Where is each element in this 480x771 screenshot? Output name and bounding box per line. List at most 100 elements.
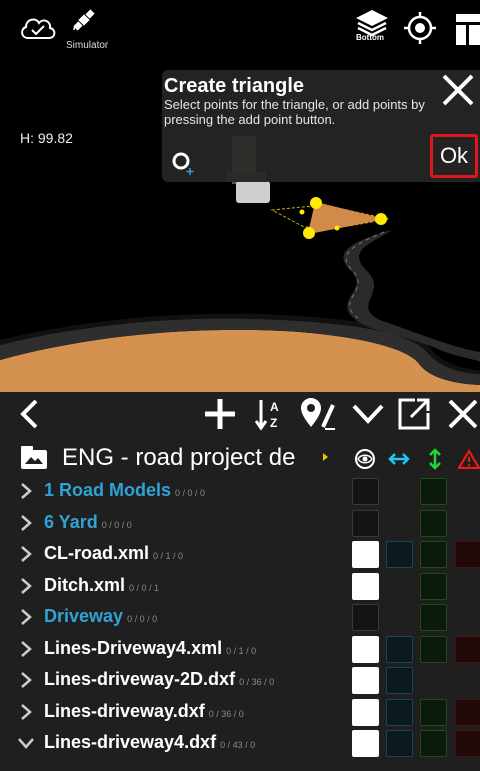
simulator-label: Simulator xyxy=(66,40,109,51)
layer-label: 6 Yard xyxy=(44,511,98,532)
chevron-down-icon[interactable] xyxy=(18,735,34,751)
layer-list: 1 Road Models 0 / 0 / 06 Yard 0 / 0 / 0 CL-… xyxy=(0,476,480,760)
visibility-checkbox[interactable] xyxy=(352,572,379,600)
warning-cell[interactable] xyxy=(455,698,480,726)
layer-label: Ditch.xml xyxy=(44,574,126,595)
height-readout: H: 99.82 xyxy=(20,130,73,146)
image-folder-icon xyxy=(20,444,48,475)
layer-counts: 0 / 1 / 0 xyxy=(226,645,257,656)
visibility-checkbox[interactable] xyxy=(352,667,379,694)
warning-cell[interactable] xyxy=(455,730,480,757)
layer-label: Lines-Driveway4.xml xyxy=(44,637,223,658)
visibility-checkbox[interactable] xyxy=(352,604,379,631)
layer-label: 1 Road Models xyxy=(44,480,172,500)
chevron-right-icon[interactable] xyxy=(18,609,32,625)
layer-name: Lines-driveway-2D.dxf 0 / 36 / 0 xyxy=(44,669,274,690)
visibility-checkbox[interactable] xyxy=(352,478,379,505)
layer-name: CL-road.xml 0 / 1 / 0 xyxy=(44,543,183,564)
layer-counts: 0 / 36 / 0 xyxy=(208,708,244,719)
horizontal-check-cell[interactable] xyxy=(386,541,413,568)
layer-badge: Bottom xyxy=(356,33,384,42)
back-icon[interactable] xyxy=(14,392,44,436)
map-pin-edit-icon[interactable] xyxy=(298,392,338,436)
panel-layout-icon[interactable] xyxy=(454,12,480,46)
horizontal-check-cell[interactable] xyxy=(386,698,413,726)
layer-name: 1 Road Models 0 / 0 / 0 xyxy=(44,480,205,501)
create-triangle-dialog: Create triangle Select points for the tr… xyxy=(162,70,480,182)
vertical-check-cell[interactable] xyxy=(420,635,447,663)
expand-window-icon[interactable] xyxy=(396,392,432,436)
list-item[interactable]: Lines-driveway.dxf 0 / 36 / 0 xyxy=(0,697,480,729)
layer-label: Lines-driveway-2D.dxf xyxy=(44,669,236,689)
visibility-checkbox[interactable] xyxy=(352,509,379,537)
layer-name: Lines-Driveway4.xml 0 / 1 / 0 xyxy=(44,638,256,659)
chevron-right-icon[interactable] xyxy=(18,672,32,688)
layer-panel: AZ ENG - road project de 1 Road Models 0 … xyxy=(0,392,480,771)
close-panel-icon[interactable] xyxy=(446,392,480,436)
vertical-arrows-icon[interactable] xyxy=(424,448,446,470)
layer-counts: 0 / 0 / 1 xyxy=(129,582,160,593)
vertical-check-cell[interactable] xyxy=(420,572,447,600)
visibility-checkbox[interactable] xyxy=(352,698,379,726)
layer-name: Lines-driveway4.dxf 0 / 43 / 0 xyxy=(44,732,255,753)
sort-az-icon[interactable]: AZ xyxy=(254,392,284,436)
list-item[interactable]: 1 Road Models 0 / 0 / 0 xyxy=(0,476,480,508)
3d-viewport[interactable]: Simulator Bottom H: 99.82 Create triangl… xyxy=(0,0,480,392)
road-scene xyxy=(0,136,480,392)
horizontal-check-cell[interactable] xyxy=(386,635,413,663)
horizontal-check-cell[interactable] xyxy=(386,730,413,757)
horizontal-arrows-icon[interactable] xyxy=(388,448,410,470)
layer-counts: 0 / 43 / 0 xyxy=(220,740,256,750)
dialog-description: Select points for the triangle, or add p… xyxy=(164,97,425,127)
chevron-right-icon[interactable] xyxy=(18,577,32,594)
vertical-check-cell[interactable] xyxy=(420,604,447,631)
layer-counts: 0 / 0 / 0 xyxy=(175,488,206,498)
scroll-marker xyxy=(323,453,328,461)
visibility-checkbox[interactable] xyxy=(352,541,379,568)
add-point-icon[interactable] xyxy=(172,152,196,176)
warning-icon[interactable] xyxy=(458,448,480,470)
list-item[interactable]: Ditch.xml 0 / 0 / 1 xyxy=(0,571,480,603)
chevron-right-icon[interactable] xyxy=(18,514,32,531)
vertical-check-cell[interactable] xyxy=(420,509,447,537)
layer-counts: 0 / 0 / 0 xyxy=(127,614,158,624)
list-item[interactable]: 6 Yard 0 / 0 / 0 xyxy=(0,508,480,540)
svg-text:A: A xyxy=(270,400,279,414)
chevron-right-icon[interactable] xyxy=(18,640,32,657)
chevron-down-icon[interactable] xyxy=(350,392,386,436)
vertical-check-cell[interactable] xyxy=(420,698,447,726)
chevron-right-icon[interactable] xyxy=(18,483,32,499)
vertical-check-cell[interactable] xyxy=(420,478,447,505)
crosshair-target-icon[interactable] xyxy=(404,12,436,44)
list-item[interactable]: Lines-driveway-2D.dxf 0 / 36 / 0 xyxy=(0,665,480,697)
chevron-right-icon[interactable] xyxy=(18,703,32,720)
vertical-check-cell[interactable] xyxy=(420,541,447,568)
warning-cell[interactable] xyxy=(455,635,480,663)
layer-label: Lines-driveway.dxf xyxy=(44,700,205,721)
chevron-right-icon[interactable] xyxy=(18,546,32,562)
cloud-check-icon[interactable] xyxy=(18,12,58,42)
layer-counts: 0 / 0 / 0 xyxy=(101,519,132,530)
visibility-eye-icon[interactable] xyxy=(354,448,376,470)
visibility-checkbox[interactable] xyxy=(352,730,379,757)
visibility-checkbox[interactable] xyxy=(352,635,379,663)
vertical-check-cell[interactable] xyxy=(420,730,447,757)
list-item[interactable]: Lines-Driveway4.xml 0 / 1 / 0 xyxy=(0,634,480,666)
svg-text:Z: Z xyxy=(270,416,277,430)
layer-name: Driveway 0 / 0 / 0 xyxy=(44,606,157,627)
layer-label: CL-road.xml xyxy=(44,543,150,563)
horizontal-check-cell[interactable] xyxy=(386,667,413,694)
list-item[interactable]: CL-road.xml 0 / 1 / 0 xyxy=(0,539,480,571)
close-icon[interactable] xyxy=(440,72,476,108)
layer-counts: 0 / 36 / 0 xyxy=(239,677,275,687)
layer-label: Driveway xyxy=(44,606,124,626)
ok-button[interactable]: Ok xyxy=(430,134,478,178)
add-icon[interactable] xyxy=(202,392,238,436)
dialog-title: Create triangle xyxy=(164,75,305,97)
layer-counts: 0 / 1 / 0 xyxy=(153,551,184,561)
list-item[interactable]: Driveway 0 / 0 / 0 xyxy=(0,602,480,634)
warning-cell[interactable] xyxy=(455,541,480,568)
project-name: ENG - road project de xyxy=(62,444,296,471)
satellite-icon[interactable] xyxy=(70,6,98,34)
list-item[interactable]: Lines-driveway4.dxf 0 / 43 / 0 xyxy=(0,728,480,760)
